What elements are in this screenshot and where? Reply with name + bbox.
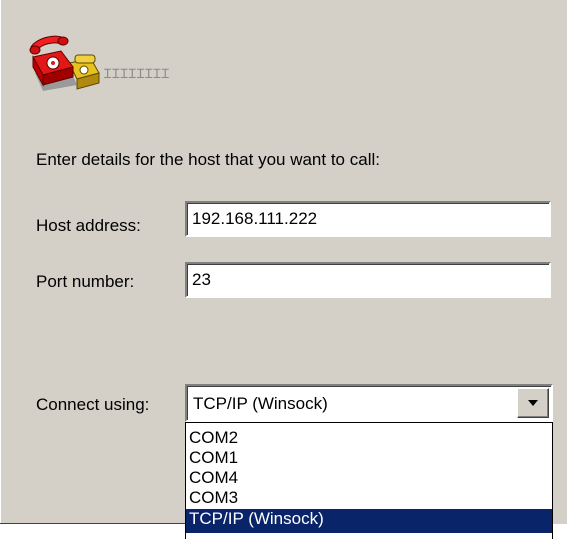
connect-using-label: Connect using: (36, 395, 150, 414)
dropdown-option-com1[interactable]: COM1 (186, 448, 552, 468)
host-address-label: Host address: (36, 216, 141, 235)
host-address-input[interactable] (187, 203, 549, 235)
connect-using-selected-value: TCP/IP (Winsock) (193, 394, 328, 413)
connect-using-dropdown-list[interactable]: COM2 COM1 COM4 COM3 TCP/IP (Winsock) (185, 422, 553, 539)
dialog-edge (0, 0, 1, 524)
port-number-label: Port number: (36, 272, 135, 291)
dropdown-toggle-button[interactable] (517, 388, 549, 418)
dropdown-option-tcpip-winsock[interactable]: TCP/IP (Winsock) (186, 509, 552, 533)
connection-name: ꞮꞮꞮꞮꞮꞮꞮꞮ (104, 67, 170, 82)
dropdown-option-com2[interactable]: COM2 (186, 428, 552, 448)
host-address-field[interactable] (185, 201, 551, 237)
connect-using-select[interactable]: TCP/IP (Winsock) (185, 384, 553, 422)
dropdown-option-com4[interactable]: COM4 (186, 468, 552, 488)
dropdown-option-com3[interactable]: COM3 (186, 488, 552, 508)
chevron-down-icon (528, 400, 538, 406)
port-number-field[interactable] (185, 262, 551, 298)
telephone-icon (29, 35, 100, 91)
host-details-prompt: Enter details for the host that you want… (36, 150, 380, 169)
port-number-input[interactable] (187, 264, 549, 296)
